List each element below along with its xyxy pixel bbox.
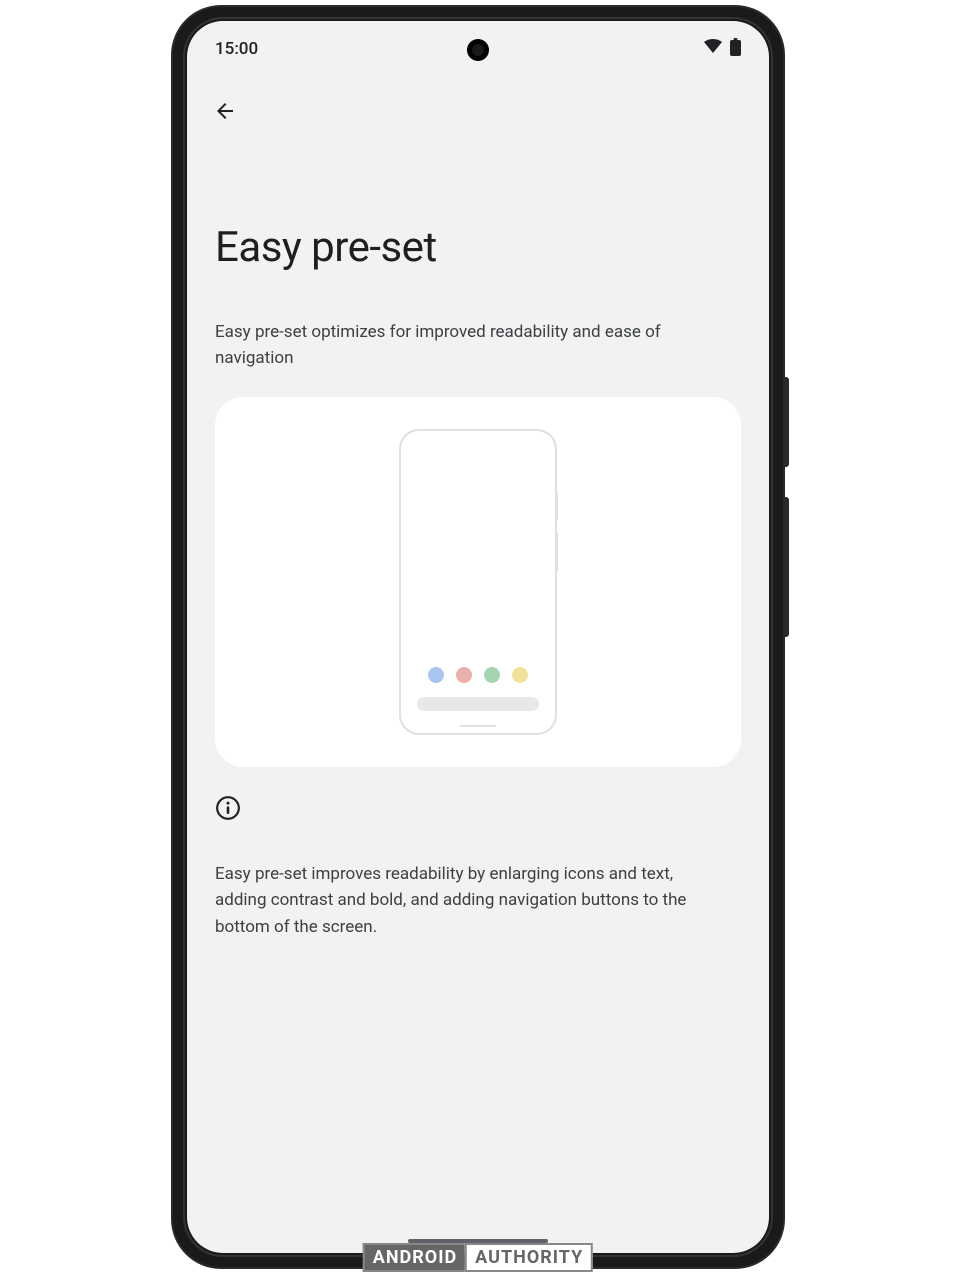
page-title: Easy pre-set (215, 223, 741, 272)
watermark: ANDROID AUTHORITY (363, 1243, 593, 1272)
watermark-part-2: AUTHORITY (465, 1243, 593, 1272)
preview-side-button-2 (555, 531, 558, 573)
power-button (783, 377, 789, 467)
info-icon (215, 795, 241, 821)
wifi-icon (704, 39, 722, 60)
preview-side-button-1 (555, 493, 558, 521)
content: Easy pre-set Easy pre-set optimizes for … (187, 223, 769, 940)
back-button[interactable] (209, 95, 241, 127)
screen: 15:00 (187, 21, 769, 1253)
preview-home-indicator (460, 725, 496, 727)
watermark-part-1: ANDROID (363, 1243, 465, 1272)
preview-dot-yellow (512, 667, 528, 683)
status-time: 15:00 (215, 39, 258, 59)
nav-row (187, 77, 769, 127)
preview-dot-blue (428, 667, 444, 683)
camera-hole (467, 39, 489, 61)
info-icon-row (215, 795, 741, 825)
status-icons (704, 38, 741, 61)
preview-search-bar (417, 697, 539, 711)
arrow-back-icon (213, 99, 237, 123)
preview-phone (399, 429, 557, 735)
phone-frame: 15:00 (173, 7, 783, 1267)
preview-card (215, 397, 741, 767)
page-subtitle: Easy pre-set optimizes for improved read… (215, 320, 725, 371)
preview-dot-red (456, 667, 472, 683)
volume-button (783, 497, 789, 637)
preview-dot-green (484, 667, 500, 683)
preview-app-dots (401, 667, 555, 683)
battery-icon (730, 38, 741, 61)
info-text: Easy pre-set improves readability by enl… (215, 861, 715, 940)
